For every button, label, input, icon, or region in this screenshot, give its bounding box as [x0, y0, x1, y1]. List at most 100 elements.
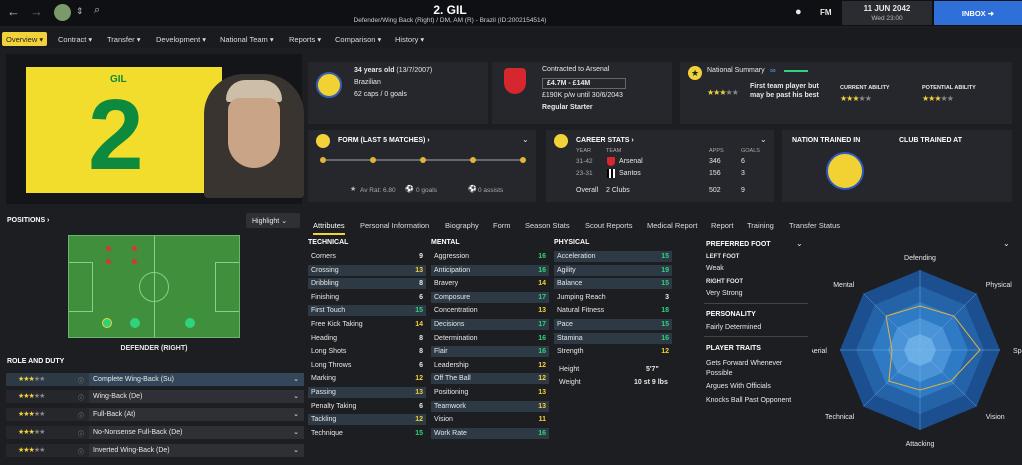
attribute-row[interactable]: Natural Fitness 18 [554, 305, 672, 316]
menu-transfer[interactable]: Transfer ▾ [103, 32, 145, 46]
role-dropdown[interactable]: Inverted Wing-Back (De) ⌄ [89, 444, 304, 457]
attribute-row[interactable]: Vision 11 [431, 414, 549, 425]
attribute-row[interactable]: Agility 19 [554, 264, 672, 276]
attribute-row[interactable]: Decisions 17 [431, 319, 549, 330]
info-icon[interactable]: ⓘ [78, 411, 84, 420]
club-badge-icon[interactable] [54, 4, 71, 21]
attribute-row[interactable]: Stamina 16 [554, 332, 672, 344]
attribute-row[interactable]: Flair 16 [431, 346, 549, 358]
search-icon[interactable]: ⌕ [94, 4, 100, 17]
up-down-icon[interactable]: ⇕ [76, 6, 84, 17]
attribute-row[interactable]: Long Shots 8 [308, 346, 426, 357]
attribute-row[interactable]: Composure 17 [431, 291, 549, 303]
role-dropdown[interactable]: No-Nonsense Full-Back (De) ⌄ [89, 426, 304, 439]
career-title[interactable]: CAREER STATS › [576, 137, 634, 144]
attribute-row[interactable]: Heading 8 [308, 333, 426, 344]
career-team[interactable]: Santos [619, 170, 641, 177]
attribute-row[interactable]: Finishing 6 [308, 292, 426, 303]
menu-history[interactable]: History ▾ [391, 32, 428, 46]
role-dropdown[interactable]: Full-Back (At) ⌄ [89, 408, 304, 421]
attribute-row[interactable]: Teamwork 13 [431, 400, 549, 412]
role-row[interactable]: ★★★★★ ⓘ Inverted Wing-Back (De) ⌄ [6, 444, 304, 457]
chevron-down-icon[interactable]: ⌄ [1003, 239, 1010, 248]
role-dropdown[interactable]: Complete Wing-Back (Su) ⌄ [89, 373, 304, 386]
tab-training[interactable]: Training [747, 221, 774, 230]
menu-comparison[interactable]: Comparison ▾ [331, 32, 385, 46]
chevron-down-icon[interactable]: ⌄ [760, 135, 767, 144]
date: 11 JUN 2042 [863, 4, 911, 13]
tab-transfer-status[interactable]: Transfer Status [789, 221, 840, 230]
tab-scout-reports[interactable]: Scout Reports [585, 221, 633, 230]
info-icon[interactable]: ⓘ [78, 447, 84, 456]
attribute-row[interactable]: Tackling 12 [308, 414, 426, 426]
role-row[interactable]: ★★★★★ ⓘ Complete Wing-Back (Su) ⌄ [6, 373, 304, 386]
menu-development[interactable]: Development ▾ [152, 32, 210, 46]
role-dropdown[interactable]: Wing-Back (De) ⌄ [89, 390, 304, 403]
role-row[interactable]: ★★★★★ ⓘ Wing-Back (De) ⌄ [6, 390, 304, 403]
info-icon[interactable]: ⓘ [78, 429, 84, 438]
attribute-row[interactable]: Determination 16 [431, 333, 549, 344]
info-icon[interactable]: ⓘ [78, 393, 84, 402]
menu-national-team[interactable]: National Team ▾ [216, 32, 278, 46]
attribute-row[interactable]: Free Kick Taking 14 [308, 319, 426, 330]
attribute-row[interactable]: Work Rate 16 [431, 427, 549, 439]
inbox-button[interactable]: INBOX ➜ [934, 1, 1022, 25]
attribute-row[interactable]: Dribbling 8 [308, 278, 426, 290]
date-panel[interactable]: 11 JUN 2042 Wed 23:00 [842, 1, 932, 25]
attribute-row[interactable]: Corners 9 [308, 251, 426, 262]
tab-form[interactable]: Form [493, 221, 511, 230]
attribute-row[interactable]: Pace 15 [554, 319, 672, 330]
back-icon[interactable]: ← [7, 4, 20, 19]
attribute-row[interactable]: Anticipation 16 [431, 264, 549, 276]
attribute-value: 13 [538, 307, 546, 315]
highlight-dropdown[interactable]: Highlight ⌄ [246, 213, 300, 228]
caps[interactable]: 62 caps / 0 goals [354, 91, 407, 98]
menu-contract[interactable]: Contract ▾ [54, 32, 96, 46]
attribute-row[interactable]: Marking 12 [308, 373, 426, 384]
tab-biography[interactable]: Biography [445, 221, 479, 230]
attribute-name: Leadership [434, 361, 469, 369]
attribute-row[interactable]: Passing 13 [308, 387, 426, 398]
age: 34 years old [354, 67, 395, 74]
tab-season-stats[interactable]: Season Stats [525, 221, 570, 230]
forward-icon[interactable]: → [30, 4, 43, 19]
attribute-row[interactable]: Strength 12 [554, 346, 672, 357]
attribute-name: Composure [434, 293, 471, 301]
fm-logo[interactable]: FM [820, 8, 832, 17]
attribute-row[interactable]: Aggression 16 [431, 251, 549, 262]
role-row[interactable]: ★★★★★ ⓘ No-Nonsense Full-Back (De) ⌄ [6, 426, 304, 439]
attribute-row[interactable]: Off The Ball 12 [431, 373, 549, 385]
career-team[interactable]: Arsenal [619, 158, 643, 165]
attribute-row[interactable]: Penalty Taking 6 [308, 401, 426, 412]
form-icon [316, 134, 330, 148]
attribute-row[interactable]: Leadership 12 [431, 360, 549, 371]
attribute-row[interactable]: Long Throws 6 [308, 360, 426, 371]
transfer-value[interactable]: £4.7M - £14M [542, 78, 626, 89]
chevron-down-icon[interactable]: ⌄ [796, 239, 803, 248]
menu-overview[interactable]: Overview ▾ [2, 32, 48, 46]
glasses-icon: ∞ [770, 66, 776, 75]
attribute-row[interactable]: Balance 15 [554, 278, 672, 290]
positions-title[interactable]: POSITIONS › [7, 217, 49, 224]
tab-report[interactable]: Report [711, 221, 734, 230]
attribute-row[interactable]: Acceleration 15 [554, 251, 672, 262]
attribute-value: 15 [661, 253, 669, 260]
tab-personal-information[interactable]: Personal Information [360, 221, 429, 230]
role-row[interactable]: ★★★★★ ⓘ Full-Back (At) ⌄ [6, 408, 304, 421]
ball-icon[interactable]: ● [795, 6, 802, 18]
selected-position-marker[interactable] [102, 318, 112, 328]
info-icon[interactable]: ⓘ [78, 376, 84, 385]
attribute-row[interactable]: First Touch 15 [308, 305, 426, 317]
contract-club[interactable]: Contracted to Arsenal [542, 66, 609, 73]
attribute-row[interactable]: Technique 15 [308, 428, 426, 439]
attribute-row[interactable]: Crossing 13 [308, 264, 426, 276]
tab-medical-report[interactable]: Medical Report [647, 221, 697, 230]
chevron-down-icon[interactable]: ⌄ [522, 135, 529, 144]
form-title[interactable]: FORM (LAST 5 MATCHES) › [338, 137, 430, 144]
attribute-row[interactable]: Jumping Reach 3 [554, 292, 672, 303]
attribute-row[interactable]: Positioning 13 [431, 387, 549, 398]
attribute-row[interactable]: Concentration 13 [431, 305, 549, 316]
menu-reports[interactable]: Reports ▾ [285, 32, 325, 46]
tab-attributes[interactable]: Attributes [313, 221, 345, 235]
attribute-row[interactable]: Bravery 14 [431, 278, 549, 289]
